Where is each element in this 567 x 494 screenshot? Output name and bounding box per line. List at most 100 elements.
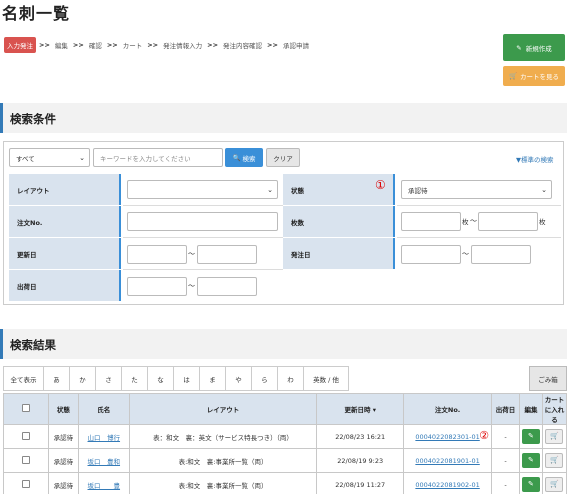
kana-tab-ta[interactable]: た: [121, 366, 148, 391]
breadcrumb-separator: >>: [39, 41, 50, 49]
chevron-down-icon: ⌄: [79, 154, 85, 162]
updated-to-input[interactable]: [197, 245, 257, 264]
ship-cell: -: [491, 472, 520, 494]
column-header-edit: 編集: [518, 393, 543, 425]
status-cell: 承認待: [47, 472, 79, 494]
kana-tab-ka[interactable]: か: [69, 366, 96, 391]
layout-select[interactable]: ⌄: [127, 180, 278, 199]
breadcrumb-separator: >>: [106, 41, 118, 49]
kana-tab-wa[interactable]: わ: [277, 366, 304, 391]
name-link[interactable]: 坂口 豊: [88, 482, 121, 490]
add-cart-cell: 🛒: [541, 472, 567, 494]
view-cart-label: カートを見る: [520, 73, 560, 81]
layout-cell: 表：和文 裏：英文（サービス特長つき）（両）: [128, 424, 318, 449]
order-no-link[interactable]: 0004022082301-01: [415, 433, 479, 441]
row-divider: [123, 269, 283, 270]
row-divider: [123, 237, 283, 238]
breadcrumb-separator: >>: [267, 41, 278, 49]
count-to-input[interactable]: [478, 212, 538, 231]
cart-icon: 🛒: [508, 72, 518, 80]
updated-cell: 22/08/23 16:21: [316, 424, 405, 449]
results-section-title: 検索結果: [10, 338, 56, 352]
breadcrumb-separator: >>: [72, 41, 84, 49]
row-divider: [397, 237, 561, 238]
edit-icon[interactable]: ✎: [521, 429, 540, 444]
count-from-input[interactable]: [401, 212, 461, 231]
ship-cell: -: [491, 448, 520, 473]
name-link[interactable]: 坂口 豊和: [88, 458, 121, 466]
row-checkbox[interactable]: [21, 431, 30, 440]
edit-cell: ✎: [518, 448, 543, 473]
order-date-to-input[interactable]: [471, 245, 531, 264]
cart-icon[interactable]: 🛒: [545, 477, 564, 492]
kana-tab-ma[interactable]: ま: [199, 366, 226, 391]
kana-tab-ha[interactable]: は: [173, 366, 200, 391]
updated-from-input[interactable]: [127, 245, 187, 264]
view-cart-button[interactable]: 🛒 カートを見る: [503, 66, 565, 86]
row-divider: [397, 205, 561, 206]
scope-select[interactable]: すべて ⌄: [9, 148, 90, 167]
status-select[interactable]: 承認待 ⌄: [401, 180, 552, 199]
edit-icon[interactable]: ✎: [521, 477, 540, 492]
row-select-cell: [3, 424, 49, 449]
edit-cell: ✎: [518, 424, 543, 449]
add-cart-cell: 🛒: [541, 424, 567, 449]
search-button[interactable]: 🔍 検索: [225, 148, 263, 167]
clear-button[interactable]: クリア: [266, 148, 300, 167]
range-tilde: ～: [188, 250, 195, 258]
kana-tab-na[interactable]: な: [147, 366, 174, 391]
page-title: 名刺一覧: [2, 4, 71, 23]
label-updated: 更新日: [9, 238, 121, 269]
breadcrumb-step-edit: 編集: [54, 42, 68, 50]
label-count: 枚数: [283, 206, 395, 237]
name-link[interactable]: 山口 博行: [88, 434, 121, 442]
select-all-header: [3, 393, 49, 425]
label-order-no: 注文No.: [9, 206, 121, 237]
kana-tab-ra[interactable]: ら: [251, 366, 278, 391]
order-no-cell: 0004022081902-01: [403, 472, 493, 494]
select-all-checkbox[interactable]: [21, 404, 30, 412]
order-no-input[interactable]: [127, 212, 278, 231]
ship-from-input[interactable]: [127, 277, 187, 296]
annotation-marker-1: ①: [375, 178, 386, 192]
row-checkbox[interactable]: [21, 455, 30, 464]
kana-tab-sa[interactable]: さ: [95, 366, 122, 391]
table-row: 承認待 山口 博行 表：和文 裏：英文（サービス特長つき）（両） 22/08/2…: [3, 424, 567, 449]
column-header-ship: 出荷日: [491, 393, 520, 425]
row-checkbox[interactable]: [21, 479, 30, 488]
breadcrumb-step-cart: カート: [122, 42, 143, 50]
label-layout: レイアウト: [9, 174, 121, 205]
section-accent-bar: [0, 103, 3, 133]
order-no-link[interactable]: 0004022081901-01: [415, 457, 479, 465]
status-cell: 承認待: [47, 424, 79, 449]
trash-button[interactable]: ごみ箱: [529, 366, 567, 391]
kana-tab-ya[interactable]: や: [225, 366, 252, 391]
cart-icon[interactable]: 🛒: [545, 453, 564, 468]
order-date-from-input[interactable]: [401, 245, 461, 264]
new-button[interactable]: ✎ 新規作成: [503, 34, 565, 61]
results-table: 状態 氏名 レイアウト 更新日時 ▾ 注文No. 出荷日 編集 カートに入れる …: [3, 393, 567, 494]
row-select-cell: [3, 448, 49, 473]
breadcrumb-separator: >>: [147, 41, 159, 49]
edit-cell: ✎: [518, 472, 543, 494]
layout-cell: 表:和文 裏:事業所一覧（両）: [128, 448, 318, 473]
kana-tab-a[interactable]: あ: [43, 366, 70, 391]
ship-to-input[interactable]: [197, 277, 257, 296]
edit-icon[interactable]: ✎: [521, 453, 540, 468]
table-row: 承認待 坂口 豊和 表:和文 裏:事業所一覧（両） 22/08/19 9:23 …: [3, 448, 567, 473]
status-cell: 承認待: [47, 448, 79, 473]
column-header-updated[interactable]: 更新日時 ▾: [316, 393, 405, 425]
cart-icon[interactable]: 🛒: [545, 429, 564, 444]
advanced-search-link[interactable]: ▼標準の検索: [516, 154, 554, 164]
kana-filter-bar: 全て表示 あ か さ た な は ま や ら わ 英数 / 他: [3, 366, 349, 391]
search-icon: 🔍: [232, 153, 241, 162]
status-select-value: 承認待: [408, 186, 428, 195]
section-accent-bar: [0, 329, 3, 359]
breadcrumb-step-input: 入力発注: [4, 37, 36, 53]
order-no-link[interactable]: 0004022081902-01: [415, 481, 479, 489]
keyword-input[interactable]: キーワードを入力してください: [93, 148, 223, 167]
kana-tab-all[interactable]: 全て表示: [3, 366, 44, 391]
kana-tab-alnum[interactable]: 英数 / 他: [303, 366, 349, 391]
row-select-cell: [3, 472, 49, 494]
name-cell: 山口 博行: [77, 424, 130, 449]
